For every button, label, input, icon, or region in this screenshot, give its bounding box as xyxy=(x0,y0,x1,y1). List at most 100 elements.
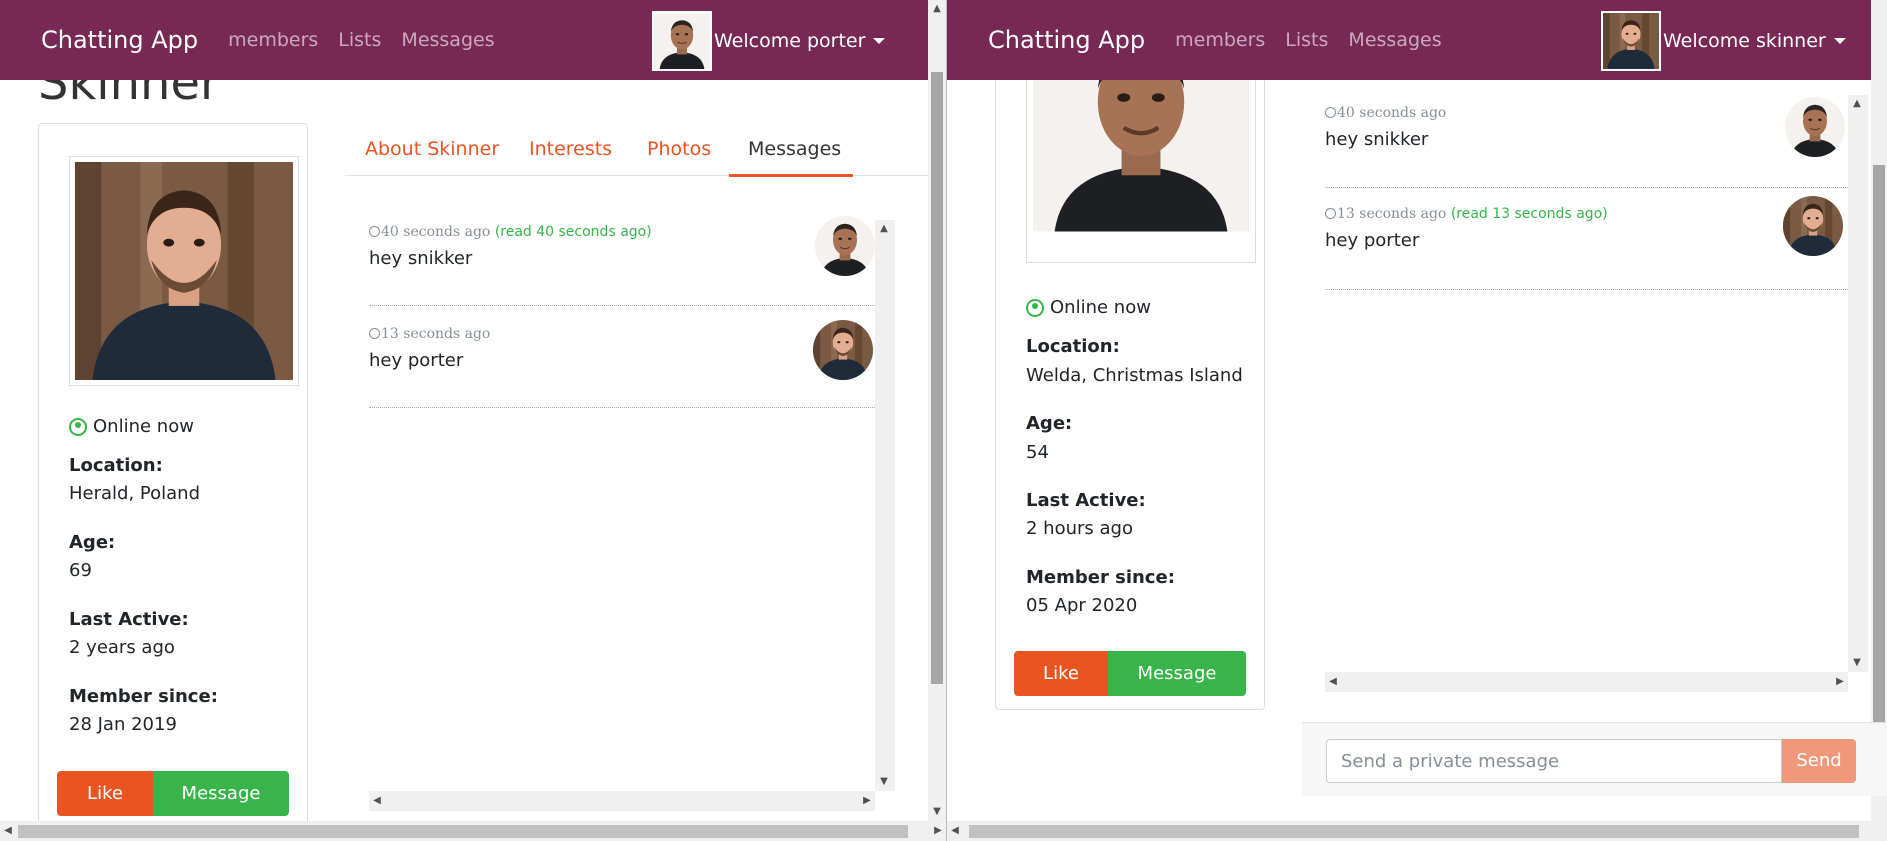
scrollbar-thumb[interactable] xyxy=(969,825,1859,838)
user-circle-icon xyxy=(69,417,87,436)
page-horizontal-scrollbar[interactable]: ◀ ▶ xyxy=(0,821,946,841)
message-thread[interactable]: 40 seconds ago (read 40 seconds ago) hey… xyxy=(369,216,897,811)
nav-link-messages[interactable]: Messages xyxy=(401,29,494,51)
location-value: Herald, Poland xyxy=(69,483,201,504)
message-thread-vertical-scrollbar[interactable]: ▲ ▼ xyxy=(875,220,895,791)
avatar xyxy=(1785,97,1845,157)
profile-card: Online now Location: Herald, Poland Age:… xyxy=(38,123,308,841)
location-label: Location: xyxy=(69,455,163,476)
scroll-right-icon[interactable]: ▶ xyxy=(1832,672,1848,692)
tab-photos[interactable]: Photos xyxy=(647,138,711,160)
message-thread-vertical-scrollbar[interactable]: ▲ ▼ xyxy=(1848,95,1868,672)
read-receipt: (read 13 seconds ago) xyxy=(1450,206,1608,222)
scrollbar-thumb[interactable] xyxy=(931,72,943,684)
message-time: 13 seconds ago xyxy=(381,326,491,342)
welcome-text: Welcome skinner xyxy=(1663,30,1826,52)
tab-about[interactable]: About Skinner xyxy=(365,138,499,160)
online-status: Online now xyxy=(69,416,194,437)
avatar xyxy=(813,320,873,380)
last-active-label: Last Active: xyxy=(1026,490,1146,511)
welcome-text: Welcome porter xyxy=(714,30,866,52)
message-time: 13 seconds ago xyxy=(1337,206,1447,222)
message-text: hey snikker xyxy=(1325,129,1429,150)
online-status-text: Online now xyxy=(1050,297,1151,318)
clock-icon xyxy=(369,226,380,237)
message-meta: 13 seconds ago xyxy=(369,326,490,342)
message-input[interactable] xyxy=(1326,739,1782,783)
profile-tabs: About Skinner Interests Photos Messages xyxy=(345,128,928,177)
message-composer: Send xyxy=(1302,722,1887,796)
tab-messages[interactable]: Messages xyxy=(748,138,841,160)
avatar xyxy=(1783,196,1843,256)
message-meta: 13 seconds ago (read 13 seconds ago) xyxy=(1325,206,1608,222)
list-item: 13 seconds ago hey porter xyxy=(369,306,877,408)
page-horizontal-scrollbar[interactable]: ◀ xyxy=(947,821,1887,841)
scroll-left-icon[interactable]: ◀ xyxy=(947,821,963,841)
last-active-value: 2 hours ago xyxy=(1026,518,1133,539)
chevron-down-icon xyxy=(873,38,886,44)
list-item: 40 seconds ago (read 40 seconds ago) hey… xyxy=(369,216,877,306)
message-text: hey snikker xyxy=(369,248,473,269)
clock-icon xyxy=(1325,208,1336,219)
message-thread-horizontal-scrollbar[interactable]: ◀ ▶ xyxy=(369,791,875,811)
nav-link-members[interactable]: members xyxy=(228,29,318,51)
like-button[interactable]: Like xyxy=(1014,651,1108,696)
online-status-text: Online now xyxy=(93,416,194,437)
scroll-right-icon[interactable]: ▶ xyxy=(930,821,946,841)
list-item: 40 seconds ago hey snikker xyxy=(1325,95,1848,188)
scroll-down-icon[interactable]: ▼ xyxy=(1848,654,1866,672)
member-since-label: Member since: xyxy=(1026,567,1175,588)
avatar xyxy=(815,216,875,276)
member-since-label: Member since: xyxy=(69,686,218,707)
navbar: Chatting App members Lists Messages Welc… xyxy=(947,0,1871,80)
message-text: hey porter xyxy=(1325,230,1420,251)
brand-link[interactable]: Chatting App xyxy=(988,26,1145,54)
scrollbar-thumb[interactable] xyxy=(1873,165,1885,725)
page-vertical-scrollbar[interactable] xyxy=(1871,0,1887,821)
message-thread-horizontal-scrollbar[interactable]: ◀ ▶ xyxy=(1325,672,1848,692)
nav-link-messages[interactable]: Messages xyxy=(1348,29,1441,51)
scroll-up-icon[interactable]: ▲ xyxy=(928,0,946,18)
active-tab-indicator xyxy=(729,174,853,177)
avatar xyxy=(1601,11,1661,71)
nav-link-lists[interactable]: Lists xyxy=(338,29,381,51)
avatar xyxy=(652,11,712,71)
brand-link[interactable]: Chatting App xyxy=(41,26,198,54)
like-button[interactable]: Like xyxy=(57,771,153,816)
age-label: Age: xyxy=(69,532,116,553)
tab-interests[interactable]: Interests xyxy=(529,138,612,160)
user-dropdown[interactable]: Welcome porter xyxy=(652,11,886,71)
scroll-left-icon[interactable]: ◀ xyxy=(0,821,16,841)
send-button[interactable]: Send xyxy=(1782,739,1856,783)
message-meta: 40 seconds ago xyxy=(1325,105,1446,121)
message-button[interactable]: Message xyxy=(1108,651,1246,696)
chevron-down-icon xyxy=(1833,38,1846,44)
scroll-left-icon[interactable]: ◀ xyxy=(369,791,385,811)
scrollbar-thumb[interactable] xyxy=(18,825,908,838)
clock-icon xyxy=(369,328,380,339)
age-label: Age: xyxy=(1026,413,1073,434)
last-active-value: 2 years ago xyxy=(69,637,175,658)
nav-link-lists[interactable]: Lists xyxy=(1285,29,1328,51)
user-dropdown[interactable]: Welcome skinner xyxy=(1601,11,1846,71)
read-receipt: (read 40 seconds ago) xyxy=(494,224,652,240)
scroll-down-icon[interactable]: ▼ xyxy=(875,773,893,791)
scroll-up-icon[interactable]: ▲ xyxy=(875,220,893,238)
nav-link-members[interactable]: members xyxy=(1175,29,1265,51)
location-label: Location: xyxy=(1026,336,1120,357)
clock-icon xyxy=(1325,107,1336,118)
location-value: Welda, Christmas Island xyxy=(1026,365,1243,386)
list-item: 13 seconds ago (read 13 seconds ago) hey… xyxy=(1325,188,1848,290)
scroll-right-icon[interactable]: ▶ xyxy=(859,791,875,811)
member-since-value: 05 Apr 2020 xyxy=(1026,595,1138,616)
profile-card: Online now Location: Welda, Christmas Is… xyxy=(995,40,1265,710)
message-time: 40 seconds ago xyxy=(1337,105,1447,121)
scroll-up-icon[interactable]: ▲ xyxy=(1848,95,1866,113)
message-thread[interactable]: 40 seconds ago hey snikker 13 seconds ag… xyxy=(1325,95,1868,696)
scroll-left-icon[interactable]: ◀ xyxy=(1325,672,1341,692)
profile-photo xyxy=(69,156,299,386)
message-button[interactable]: Message xyxy=(153,771,289,816)
page-vertical-scrollbar[interactable]: ▲ ▼ xyxy=(928,0,946,821)
scroll-down-icon[interactable]: ▼ xyxy=(928,803,946,821)
age-value: 69 xyxy=(69,560,92,581)
